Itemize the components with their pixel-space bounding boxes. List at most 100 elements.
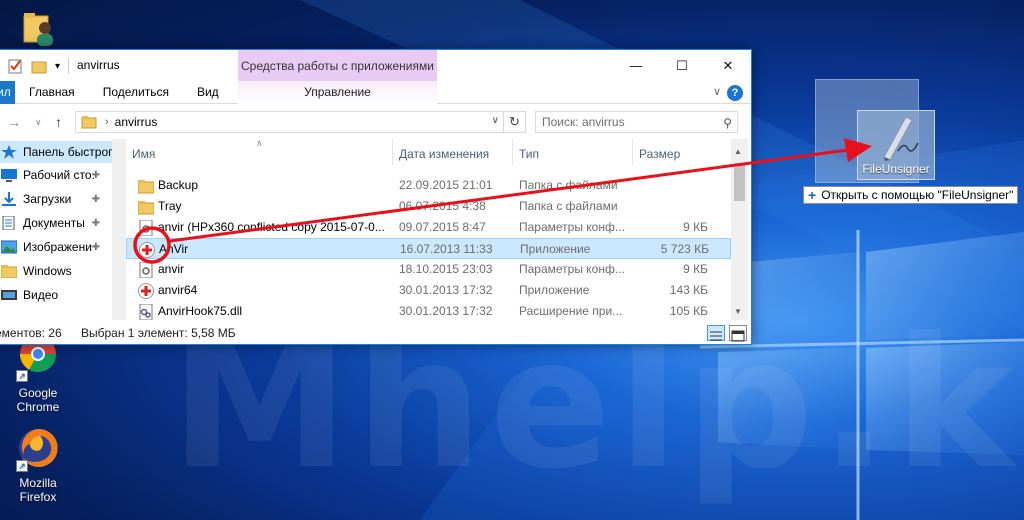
status-selection: Выбран 1 элемент: 5,58 МБ [81,326,236,340]
status-bar: ементов: 26 Выбран 1 элемент: 5,58 МБ [0,320,751,344]
chevron-down-icon[interactable]: ∨ [35,117,42,128]
file-size: 143 КБ [669,283,708,297]
tab-share[interactable]: Поделиться [89,81,183,104]
file-name: anvir64 [158,283,198,297]
quick-access-toolbar: ▾ [7,58,70,74]
nav-item-quick-access[interactable]: Панель быстрого [0,141,119,163]
app-tools-context-tab[interactable]: Средства работы с приложениями [238,50,437,81]
up-arrow-icon[interactable]: ↑ [55,114,62,130]
tab-home[interactable]: Главная [15,81,89,104]
file-type: Папка с файлами [519,199,618,213]
large-icons-view-icon [731,330,745,342]
desktop-icon-label: Mozilla Firefox [19,476,57,504]
minimize-button[interactable]: — [613,50,659,81]
sort-ascending-icon: ∧ [256,139,263,148]
column-header-type[interactable]: Тип [513,139,633,165]
help-button[interactable]: ? [727,85,743,101]
nav-item-label: Загрузки [23,192,72,206]
details-view-icon [710,331,722,341]
forward-arrow-icon[interactable]: → [7,114,21,130]
desktop-icon [1,169,17,182]
documents-icon [2,216,15,230]
desktop-icon-chrome[interactable]: ↗ Google Chrome [0,334,76,414]
anvir-app-icon [138,283,154,299]
qat-dropdown-icon[interactable]: ▾ [55,61,60,72]
table-row[interactable]: anvir (HPx360 conflicted copy 2015-07-0.… [126,217,731,238]
address-box[interactable]: › anvirrus ∨ [75,111,504,133]
ribbon-expand-icon[interactable]: ∨ [713,85,721,98]
nav-pane-scrollbar[interactable] [112,139,126,320]
table-row[interactable]: anvir 18.10.2015 23:03 Параметры конф...… [126,259,731,280]
table-row[interactable]: Backup 22.09.2015 21:01 Папка с файлами [126,175,731,196]
tab-file[interactable]: ил [0,80,15,104]
title-bar[interactable]: ▾ anvirrus Средства работы с приложениям… [0,50,751,81]
pin-icon[interactable]: ✚ [92,194,100,205]
pin-icon[interactable]: ✚ [92,242,100,253]
file-size: 105 КБ [669,304,708,318]
file-type: Расширение при... [519,304,623,318]
table-row-selected[interactable]: AnVir 16.07.2013 11:33 Приложение 5 723 … [126,238,731,259]
fileunsigner-shortcut[interactable]: FileUnsigner [857,110,935,180]
download-icon [2,192,16,206]
close-button[interactable]: ✕ [705,50,751,81]
pin-icon[interactable]: ✚ [92,170,100,181]
desktop-icon-firefox[interactable]: ↗ Mozilla Firefox [0,424,76,504]
desktop-icon-label: Google Chrome [16,386,60,414]
nav-item-pictures[interactable]: Изображени ✚ [0,236,112,258]
nav-item-label: Документы [23,216,85,230]
folder-icon [138,180,154,194]
search-input[interactable]: Поиск: anvirrus ⚲ [535,111,738,133]
nav-item-downloads[interactable]: Загрузки ✚ [0,188,112,210]
file-name: AnvirHook75.dll [158,304,243,318]
file-date: 22.09.2015 21:01 [399,178,493,192]
nav-item-windows[interactable]: Windows [0,260,112,282]
table-row[interactable]: AnvirHook75.dll 30.01.2013 17:32 Расшире… [126,301,731,320]
breadcrumb-separator-icon: › [105,116,109,128]
file-size: 5 723 КБ [660,242,709,256]
properties-icon[interactable] [7,58,23,74]
status-item-count: ементов: 26 [0,326,62,340]
file-date: 09.07.2015 8:47 [399,220,486,234]
shortcut-arrow-icon: ↗ [16,460,28,472]
refresh-button[interactable]: ↻ [504,111,526,133]
file-type: Приложение [519,283,590,297]
folder-icon [138,201,154,215]
nav-item-label: Видео [23,288,59,302]
nav-item-video[interactable]: Видео [0,284,112,306]
new-folder-icon[interactable] [31,58,47,74]
qat-separator [68,58,70,74]
file-name: Backup [158,178,199,192]
table-row[interactable]: anvir64 30.01.2013 17:32 Приложение 143 … [126,280,731,301]
nav-item-label: Панель быстрого [23,145,119,159]
maximize-button[interactable]: ☐ [659,50,705,81]
file-date: 18.10.2015 23:03 [399,262,493,276]
table-row[interactable]: Tray 06.07.2015 4:38 Папка с файлами [126,196,731,217]
config-file-icon [139,220,153,236]
scrollbar-thumb[interactable] [734,163,745,201]
nav-item-label: Рабочий сто. [23,168,95,182]
fileunsigner-label: FileUnsigner [862,162,930,176]
breadcrumb[interactable]: anvirrus [115,115,158,129]
large-icons-view-button[interactable] [729,325,747,342]
nav-item-documents[interactable]: Документы ✚ [0,212,112,234]
pin-icon[interactable]: ✚ [92,218,100,229]
scroll-up-icon[interactable]: ▲ [734,147,742,156]
tab-manage[interactable]: Управление [238,81,437,104]
file-size: 9 КБ [683,262,708,276]
file-name: Tray [158,199,182,213]
shortcut-arrow-icon: ↗ [16,370,28,382]
pictures-icon [1,240,17,254]
user-desktop-icon[interactable] [34,20,56,46]
scroll-down-icon[interactable]: ▼ [734,307,742,316]
file-list-scrollbar[interactable]: ▲ ▼ [731,139,748,320]
address-dropdown-icon[interactable]: ∨ [492,115,499,126]
file-type: Приложение [520,242,591,256]
tab-view[interactable]: Вид [183,81,233,104]
column-header-size[interactable]: Размер [633,139,731,165]
file-list: Имя ∧ Дата изменения Тип Размер Backup 2… [126,139,731,320]
nav-item-desktop[interactable]: Рабочий сто. ✚ [0,164,112,186]
plus-icon: + [808,187,817,203]
column-header-date[interactable]: Дата изменения [393,139,513,165]
details-view-button[interactable] [707,325,725,341]
config-file-icon [139,262,153,278]
